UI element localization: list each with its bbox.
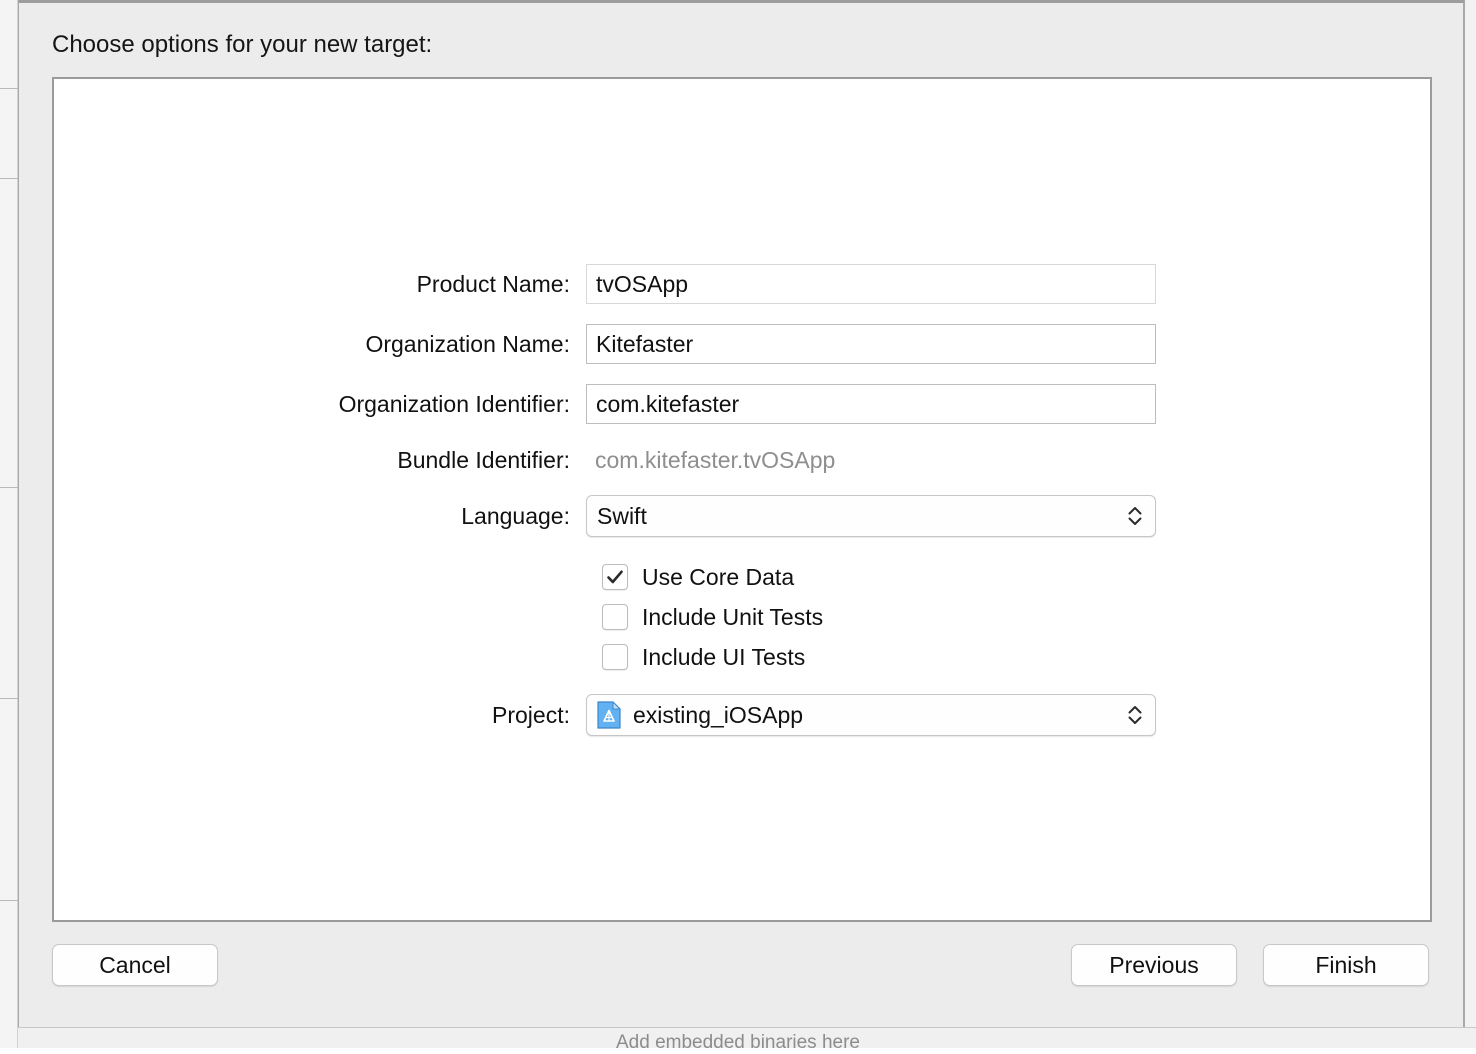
include-ui-tests-checkbox[interactable] — [602, 644, 628, 670]
language-popup-button[interactable]: Swift — [586, 495, 1156, 537]
cancel-button[interactable]: Cancel — [52, 944, 218, 986]
background-divider — [0, 698, 18, 699]
project-label: Project: — [492, 701, 570, 728]
organization-name-field-wrap — [586, 324, 1156, 364]
product-name-label: Product Name: — [416, 270, 570, 297]
form-row-organization-name: Organization Name: — [54, 324, 1430, 364]
embedded-binaries-hint: Add embedded binaries here — [615, 1032, 860, 1053]
project-popup-wrap: existing_iOSApp — [586, 694, 1156, 736]
chevron-updown-icon — [1127, 702, 1143, 728]
options-checkbox-group: Use Core Data Include Unit Tests Include… — [602, 557, 1202, 677]
form-row-language: Language: Swift — [54, 495, 1430, 537]
bundle-identifier-value-wrap: com.kitefaster.tvOSApp — [586, 447, 835, 474]
new-target-options-sheet: Choose options for your new target: Prod… — [18, 0, 1465, 1027]
project-popup-value: existing_iOSApp — [633, 701, 804, 728]
form-row-project: Project: existing_iOSApp — [54, 694, 1430, 736]
bundle-identifier-label: Bundle Identifier: — [397, 446, 570, 473]
form-row-bundle-identifier: Bundle Identifier: com.kitefaster.tvOSAp… — [54, 440, 1430, 480]
language-label: Language: — [461, 502, 570, 529]
include-unit-tests-label: Include Unit Tests — [642, 603, 824, 630]
organization-identifier-label: Organization Identifier: — [338, 390, 570, 417]
previous-button[interactable]: Previous — [1071, 944, 1237, 986]
include-unit-tests-checkbox[interactable] — [602, 604, 628, 630]
chevron-updown-icon — [1127, 503, 1143, 529]
background-divider — [0, 487, 18, 488]
product-name-input[interactable] — [586, 264, 1156, 304]
finish-button[interactable]: Finish — [1263, 944, 1429, 986]
organization-identifier-input[interactable] — [586, 384, 1156, 424]
include-ui-tests-label: Include UI Tests — [642, 643, 806, 670]
sheet-title: Choose options for your new target: — [52, 31, 433, 58]
xcode-project-document-icon — [597, 701, 621, 729]
use-core-data-checkbox[interactable] — [602, 564, 628, 590]
options-content-pane: Product Name: Organization Name: Organiz… — [52, 77, 1432, 922]
background-left-strip — [0, 0, 18, 1048]
organization-name-label: Organization Name: — [365, 330, 570, 357]
background-divider — [0, 900, 18, 901]
target-options-form: Product Name: Organization Name: Organiz… — [54, 79, 1430, 920]
organization-name-input[interactable] — [586, 324, 1156, 364]
form-row-product-name: Product Name: — [54, 264, 1430, 304]
organization-identifier-field-wrap — [586, 384, 1156, 424]
background-divider — [0, 88, 18, 89]
checkbox-row-include-unit-tests[interactable]: Include Unit Tests — [602, 597, 1202, 637]
checkmark-icon — [607, 570, 623, 584]
checkbox-row-include-ui-tests[interactable]: Include UI Tests — [602, 637, 1202, 677]
language-popup-value: Swift — [597, 502, 647, 529]
project-popup-button[interactable]: existing_iOSApp — [586, 694, 1156, 736]
form-row-organization-identifier: Organization Identifier: — [54, 384, 1430, 424]
language-popup-wrap: Swift — [586, 495, 1156, 537]
checkbox-row-use-core-data[interactable]: Use Core Data — [602, 557, 1202, 597]
bundle-identifier-value: com.kitefaster.tvOSApp — [595, 446, 836, 473]
background-divider — [0, 178, 18, 179]
use-core-data-label: Use Core Data — [642, 563, 795, 590]
product-name-field-wrap — [586, 264, 1156, 304]
